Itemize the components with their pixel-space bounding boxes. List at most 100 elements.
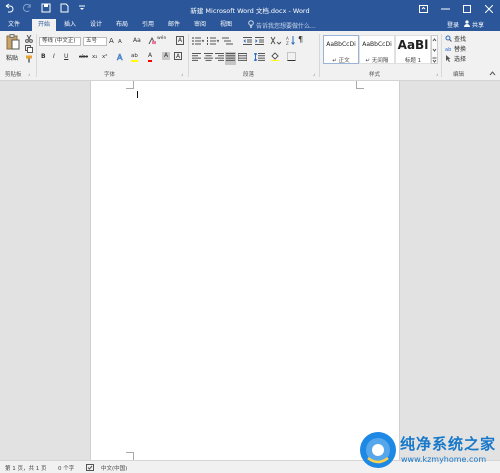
bold-button[interactable]: B: [41, 53, 46, 61]
window-controls: [412, 0, 500, 18]
page-count[interactable]: 第 1 页，共 1 页: [5, 464, 47, 472]
chinese-layout-icon[interactable]: [270, 36, 282, 48]
language-indicator[interactable]: 中文(中国): [101, 464, 127, 472]
lightbulb-icon: [248, 20, 254, 30]
show-marks-icon[interactable]: ¶: [298, 36, 303, 44]
find-icon: [445, 35, 452, 45]
sort-icon[interactable]: AZ: [286, 36, 295, 48]
enclose-char-button[interactable]: A: [176, 36, 184, 45]
new-icon[interactable]: [60, 3, 69, 13]
customize-icon[interactable]: [78, 3, 86, 13]
clipboard-launcher-icon[interactable]: ⌟: [28, 71, 30, 77]
numbering-icon[interactable]: [207, 37, 220, 48]
italic-button[interactable]: I: [53, 53, 55, 61]
format-painter-icon[interactable]: [25, 55, 33, 66]
select-button[interactable]: 选择: [445, 55, 466, 65]
tab-file[interactable]: 文件: [4, 19, 24, 31]
change-case-button[interactable]: Aa: [133, 37, 141, 45]
tab-references[interactable]: 引用: [138, 19, 158, 31]
word-count[interactable]: 0 个字: [58, 464, 74, 472]
title-bar: 新建 Microsoft Word 文档.docx - Word: [0, 0, 500, 18]
quick-access-toolbar: [4, 3, 86, 13]
font-name-value: 等线 (中文正): [42, 38, 76, 44]
styles-launcher-icon[interactable]: ⌟: [436, 71, 438, 77]
document-page[interactable]: [90, 81, 400, 460]
svg-text:ab: ab: [445, 47, 451, 52]
font-launcher-icon[interactable]: ⌟: [181, 71, 183, 77]
paragraph-mark-icon: ↵: [332, 58, 337, 64]
increase-indent-icon[interactable]: [255, 37, 264, 48]
maximize-icon[interactable]: [456, 0, 478, 18]
paste-icon: [6, 34, 20, 52]
tab-design[interactable]: 设计: [86, 19, 106, 31]
style-name: ↵ 无间隔: [365, 58, 389, 64]
grow-font-button[interactable]: A: [109, 37, 114, 45]
styles-scroll[interactable]: [431, 35, 438, 64]
editing-group-label: 编辑: [453, 72, 465, 78]
redo-icon[interactable]: [23, 3, 32, 13]
ribbon: 粘贴 剪贴板 ⌟ 等线 (中文正) 五号 A A Aa wén A B I U …: [0, 31, 500, 81]
proofing-icon[interactable]: [86, 464, 94, 473]
find-button[interactable]: 查找: [445, 35, 466, 45]
line-spacing-icon[interactable]: [253, 52, 265, 64]
borders-icon[interactable]: [287, 52, 296, 64]
tab-home[interactable]: 开始: [32, 19, 56, 31]
find-label: 查找: [454, 36, 467, 43]
paragraph-mark-icon: ↵: [365, 58, 371, 64]
align-right-icon[interactable]: [215, 53, 224, 64]
style-sample: AaBbCcDi: [362, 41, 392, 48]
clear-format-icon[interactable]: [148, 36, 156, 48]
tell-me-box[interactable]: 告诉我您想要做什么...: [248, 20, 316, 30]
justify-icon[interactable]: [225, 52, 236, 65]
phonetic-guide-button[interactable]: wén: [157, 35, 166, 43]
tab-view[interactable]: 视图: [216, 19, 236, 31]
tab-mailings[interactable]: 邮件: [164, 19, 184, 31]
style-heading-1[interactable]: AaBl 标题 1: [395, 35, 431, 64]
paste-button[interactable]: 粘贴: [4, 34, 22, 64]
paragraph-launcher-icon[interactable]: ⌟: [313, 71, 315, 77]
undo-icon[interactable]: [4, 3, 14, 13]
style-no-spacing[interactable]: AaBbCcDi ↵ 无间隔: [359, 35, 395, 64]
tab-review[interactable]: 审阅: [190, 19, 210, 31]
font-group-label: 字体: [104, 72, 116, 78]
replace-button[interactable]: ab 替换: [445, 45, 466, 55]
text-cursor: [137, 91, 138, 98]
close-icon[interactable]: [478, 0, 500, 18]
share-label: 共享: [472, 22, 485, 29]
select-label: 选择: [454, 56, 467, 63]
svg-text:Z: Z: [286, 41, 289, 45]
document-area: [0, 81, 500, 460]
replace-icon: ab: [445, 45, 452, 55]
align-left-icon[interactable]: [192, 53, 201, 64]
multilevel-list-icon[interactable]: [222, 37, 234, 48]
ribbon-separator: [441, 34, 442, 77]
share-button[interactable]: 共享: [464, 20, 484, 29]
superscript-button[interactable]: x²: [102, 53, 107, 61]
subscript-button[interactable]: x₂: [92, 53, 97, 61]
font-size-select[interactable]: 五号: [83, 37, 107, 46]
style-normal[interactable]: AaBbCcDi ↵ 正文: [323, 35, 359, 64]
strikethrough-button[interactable]: abc: [79, 53, 88, 61]
text-effects-icon[interactable]: A: [116, 52, 125, 64]
login-link[interactable]: 登录: [447, 20, 459, 29]
collapse-ribbon-icon[interactable]: [489, 71, 496, 78]
align-center-icon[interactable]: [204, 53, 213, 64]
ribbon-separator: [36, 34, 37, 77]
distributed-icon[interactable]: [237, 53, 248, 64]
tab-layout[interactable]: 布局: [112, 19, 132, 31]
tab-insert[interactable]: 插入: [60, 19, 80, 31]
highlight-button[interactable]: ab: [131, 52, 138, 62]
font-color-button[interactable]: A: [148, 52, 153, 62]
font-size-value: 五号: [86, 38, 98, 44]
underline-button[interactable]: U: [64, 53, 68, 61]
minimize-icon[interactable]: [434, 0, 456, 18]
char-border-button[interactable]: A: [174, 52, 182, 60]
decrease-indent-icon[interactable]: [243, 37, 252, 48]
shrink-font-button[interactable]: A: [118, 38, 122, 46]
bullets-icon[interactable]: [192, 37, 205, 48]
font-name-select[interactable]: 等线 (中文正): [39, 37, 81, 46]
shading-icon[interactable]: [271, 52, 282, 64]
char-shading-button[interactable]: A: [162, 52, 170, 60]
ribbon-display-icon[interactable]: [412, 0, 434, 18]
save-icon[interactable]: [41, 3, 51, 13]
